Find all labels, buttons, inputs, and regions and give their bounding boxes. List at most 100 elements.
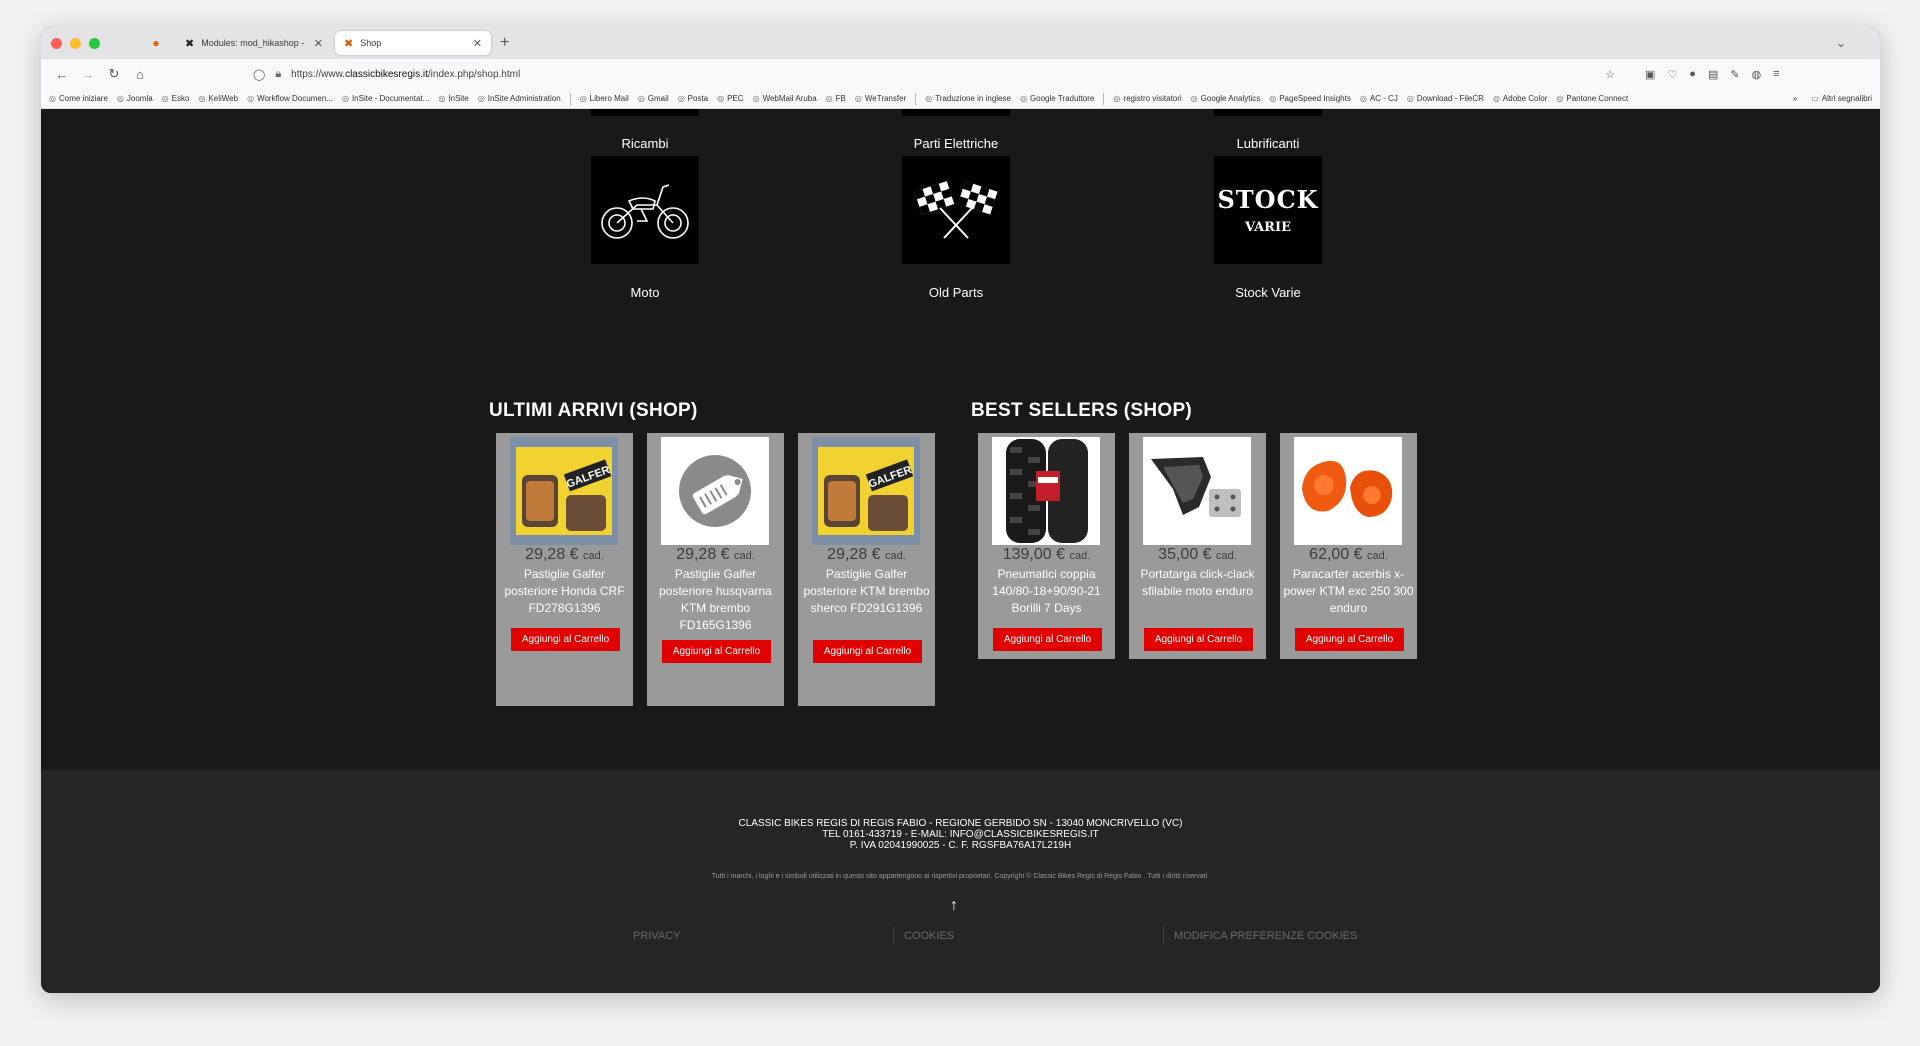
folder-icon: ▭ xyxy=(1811,94,1819,103)
eyedropper-icon[interactable]: ✎ xyxy=(1730,68,1739,81)
bookmark-item[interactable]: ◎ Google Traduttore xyxy=(1020,94,1094,103)
menu-icon[interactable]: ≡ xyxy=(1773,68,1779,81)
bookmark-label: Libero Mail xyxy=(589,94,629,103)
window-controls xyxy=(41,37,139,49)
footer-contact: TEL 0161-433719 - E-MAIL: INFO@CLASSICBI… xyxy=(822,829,1099,840)
category-old-parts-image[interactable] xyxy=(902,156,1010,264)
maximize-window-button[interactable] xyxy=(89,37,100,49)
product-image[interactable]: GALFER xyxy=(812,437,920,545)
bookmark-favicon-icon: ◎ xyxy=(1190,94,1198,103)
tab-modules[interactable]: ✖ Modules: mod_hikashop - Classic ✕ xyxy=(176,31,332,55)
bookmark-item[interactable]: ◎ Pantone Connect xyxy=(1556,94,1628,103)
shield-icon[interactable]: ◯ xyxy=(253,68,265,81)
close-tab-icon[interactable]: ✕ xyxy=(473,37,482,50)
footer-link-cookies[interactable]: COOKIES xyxy=(904,930,954,942)
toolbar-extensions: ▣ ♡ ● ▤ ✎ ◍ ≡ xyxy=(1645,68,1780,81)
footer-link-cookie-preferences[interactable]: MODIFICA PREFERENZE COOKIES xyxy=(1174,930,1357,942)
add-to-cart-button[interactable]: Aggiungi al Carrello xyxy=(813,640,922,663)
bookmark-item[interactable]: ◎ Workflow Documen... xyxy=(247,94,333,103)
tab-list-chevron-icon[interactable]: ⌄ xyxy=(1836,36,1880,50)
forward-icon[interactable]: → xyxy=(75,67,101,82)
latest-arrivals-title: ULTIMI ARRIVI (SHOP) xyxy=(489,400,698,421)
bookmark-item[interactable]: ◎ Gmail xyxy=(638,94,669,103)
category-moto-image[interactable] xyxy=(591,156,699,264)
category-stock-varie[interactable]: Stock Varie xyxy=(1168,285,1368,300)
close-tab-icon[interactable]: ✕ xyxy=(314,37,323,50)
tab-shop[interactable]: ✖ Shop ✕ xyxy=(335,31,491,55)
bookmark-favicon-icon: ◎ xyxy=(1556,94,1564,103)
add-to-cart-button[interactable]: Aggiungi al Carrello xyxy=(511,628,620,651)
site-logo-icon: ✖ xyxy=(344,37,354,50)
other-bookmarks[interactable]: ▭ Altri segnalibri xyxy=(1811,94,1872,103)
product-price: 29,28 € cad. xyxy=(827,546,906,563)
bookmark-item[interactable]: ◎ WeTransfer xyxy=(855,94,906,103)
bookmark-item[interactable]: ◎ registro visitatori xyxy=(1113,94,1181,103)
address-bar[interactable]: ◯ 🔒︎ https://www.classicbikesregis.it/in… xyxy=(253,63,1625,85)
category-lubrificanti[interactable]: Lubrificanti xyxy=(1168,136,1368,151)
account-icon[interactable]: ● xyxy=(1689,68,1696,81)
bookmark-label: Altri segnalibri xyxy=(1821,94,1872,103)
bookmark-item[interactable]: ◎ Download - FileCR xyxy=(1407,94,1484,103)
minimize-window-button[interactable] xyxy=(70,37,81,49)
bookmark-item[interactable]: ◎ Adobe Color xyxy=(1493,94,1547,103)
bookmark-item[interactable]: ◎ FB xyxy=(826,94,846,103)
bookmark-item[interactable]: ◎ Come iniziare xyxy=(49,94,108,103)
back-icon[interactable]: ← xyxy=(49,67,75,82)
product-name[interactable]: Pneumatici coppia 140/80-18+90/90-21 Bor… xyxy=(981,566,1112,617)
add-to-cart-button[interactable]: Aggiungi al Carrello xyxy=(993,628,1102,651)
bookmark-item[interactable]: ◎ WebMail Aruba xyxy=(753,94,817,103)
product-name[interactable]: Portatarga click-clack sfilabile moto en… xyxy=(1132,566,1263,600)
bookmark-item[interactable]: ◎ PEC xyxy=(717,94,743,103)
home-icon[interactable]: ⌂ xyxy=(127,67,153,82)
pocket-icon[interactable]: ♡ xyxy=(1667,68,1677,81)
add-to-cart-button[interactable]: Aggiungi al Carrello xyxy=(662,640,771,663)
bookmark-item[interactable]: ◎ Libero Mail xyxy=(580,94,629,103)
add-to-cart-button[interactable]: Aggiungi al Carrello xyxy=(1144,628,1253,651)
product-image[interactable] xyxy=(992,437,1100,545)
category-ricambi[interactable]: Ricambi xyxy=(545,136,745,151)
bookmark-item[interactable]: ◎ InSite xyxy=(438,94,468,103)
bookmark-item[interactable]: ◎ Traduzione in inglese xyxy=(925,94,1011,103)
bookmark-label: InSite Administration xyxy=(487,94,561,103)
category-parti-elettriche[interactable]: Parti Elettriche xyxy=(856,136,1056,151)
bookmark-item[interactable]: ◎ PageSpeed Insights xyxy=(1269,94,1351,103)
product-name[interactable]: Pastiglie Galfer posteriore Honda CRF FD… xyxy=(499,566,630,617)
back-to-top-icon[interactable]: ↑ xyxy=(950,897,958,915)
product-image[interactable]: GALFER xyxy=(510,437,618,545)
bookmark-item[interactable]: ◎ InSite Administration xyxy=(478,94,561,103)
category-moto[interactable]: Moto xyxy=(545,285,745,300)
bookmark-item[interactable]: ◎ Esko xyxy=(162,94,190,103)
lock-icon[interactable]: 🔒︎ xyxy=(275,68,281,81)
bookmark-favicon-icon: ◎ xyxy=(579,94,587,103)
url-text[interactable]: https://www.classicbikesregis.it/index.p… xyxy=(291,69,1605,80)
chevron-right-icon[interactable]: » xyxy=(1793,94,1797,103)
product-image[interactable] xyxy=(1294,437,1402,545)
extension-icon[interactable]: ▣ xyxy=(1645,68,1655,81)
new-tab-button[interactable]: + xyxy=(500,34,509,52)
product-image[interactable] xyxy=(1143,437,1251,545)
bookmark-label: WebMail Aruba xyxy=(762,94,817,103)
product-image[interactable] xyxy=(661,437,769,545)
category-image-top xyxy=(1214,109,1322,116)
category-old-parts[interactable]: Old Parts xyxy=(856,285,1056,300)
close-window-button[interactable] xyxy=(51,37,62,49)
bookmark-item[interactable]: ◎ Posta xyxy=(678,94,708,103)
tab-pinned[interactable]: ● xyxy=(139,31,173,55)
bookmark-item[interactable]: ◎ Google Analytics xyxy=(1191,94,1261,103)
bookmark-label: FB xyxy=(835,94,846,103)
category-stock-varie-image[interactable]: STOCK VARIE xyxy=(1214,156,1322,264)
footer-link-privacy[interactable]: PRIVACY xyxy=(633,930,680,942)
product-name[interactable]: Paracarter acerbis x-power KTM exc 250 3… xyxy=(1283,566,1414,617)
bookmark-item[interactable]: ◎ KeliWeb xyxy=(198,94,238,103)
bookmark-star-icon[interactable]: ☆ xyxy=(1605,68,1615,81)
reload-icon[interactable]: ↻ xyxy=(101,66,127,82)
bookmark-item[interactable]: ◎ Joomla xyxy=(117,94,153,103)
screenshot-icon[interactable]: ▤ xyxy=(1708,68,1718,81)
product-name[interactable]: Pastiglie Galfer posteriore husqvarna KT… xyxy=(650,566,781,634)
category-image-top xyxy=(902,109,1010,116)
profile-icon[interactable]: ◍ xyxy=(1752,68,1762,81)
bookmark-item[interactable]: ◎ AC - CJ xyxy=(1360,94,1398,103)
bookmark-item[interactable]: ◎ InSite - Documentat... xyxy=(342,94,429,103)
add-to-cart-button[interactable]: Aggiungi al Carrello xyxy=(1295,628,1404,651)
product-name[interactable]: Pastiglie Galfer posteriore KTM brembo s… xyxy=(801,566,932,617)
